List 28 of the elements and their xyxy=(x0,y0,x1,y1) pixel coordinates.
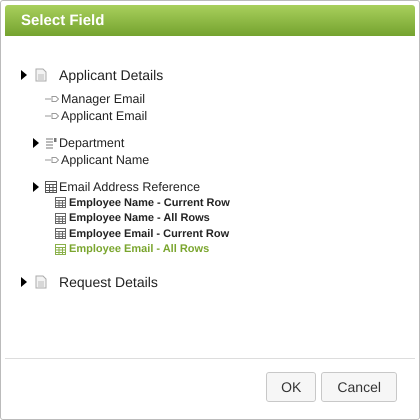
table-icon xyxy=(55,228,66,240)
tree-item[interactable]: Applicant Details xyxy=(21,64,415,86)
cancel-button[interactable]: Cancel xyxy=(321,372,397,402)
tree-item[interactable]: Department xyxy=(21,134,415,151)
tree-item[interactable]: Manager Email xyxy=(21,90,415,107)
tree-item[interactable]: Email Address Reference xyxy=(21,178,415,195)
document-icon xyxy=(35,68,47,82)
tree-item[interactable]: Applicant Email xyxy=(21,107,415,124)
expand-arrow-icon[interactable] xyxy=(33,182,39,192)
table-icon xyxy=(55,212,66,224)
tree-item[interactable]: Employee Email - Current Row xyxy=(21,226,415,242)
field-icon xyxy=(45,94,59,102)
expand-arrow-icon[interactable] xyxy=(21,277,27,287)
ok-button[interactable]: OK xyxy=(266,372,316,402)
table-icon xyxy=(55,197,66,208)
expand-arrow-icon[interactable] xyxy=(21,70,27,80)
table-icon xyxy=(55,244,66,255)
tree-item[interactable]: Employee Name - Current Row xyxy=(21,195,415,210)
window-title: Select Field xyxy=(21,12,104,29)
tree-item[interactable]: Applicant Name xyxy=(21,151,415,168)
tree-item[interactable]: Employee Name - All Rows xyxy=(21,210,415,226)
document-icon xyxy=(35,275,47,289)
tree-item[interactable]: Request Details xyxy=(21,271,415,293)
table-icon xyxy=(45,180,57,192)
list-icon xyxy=(45,136,57,148)
field-icon xyxy=(45,156,59,164)
field-icon xyxy=(45,112,59,120)
expand-arrow-icon[interactable] xyxy=(33,138,39,148)
